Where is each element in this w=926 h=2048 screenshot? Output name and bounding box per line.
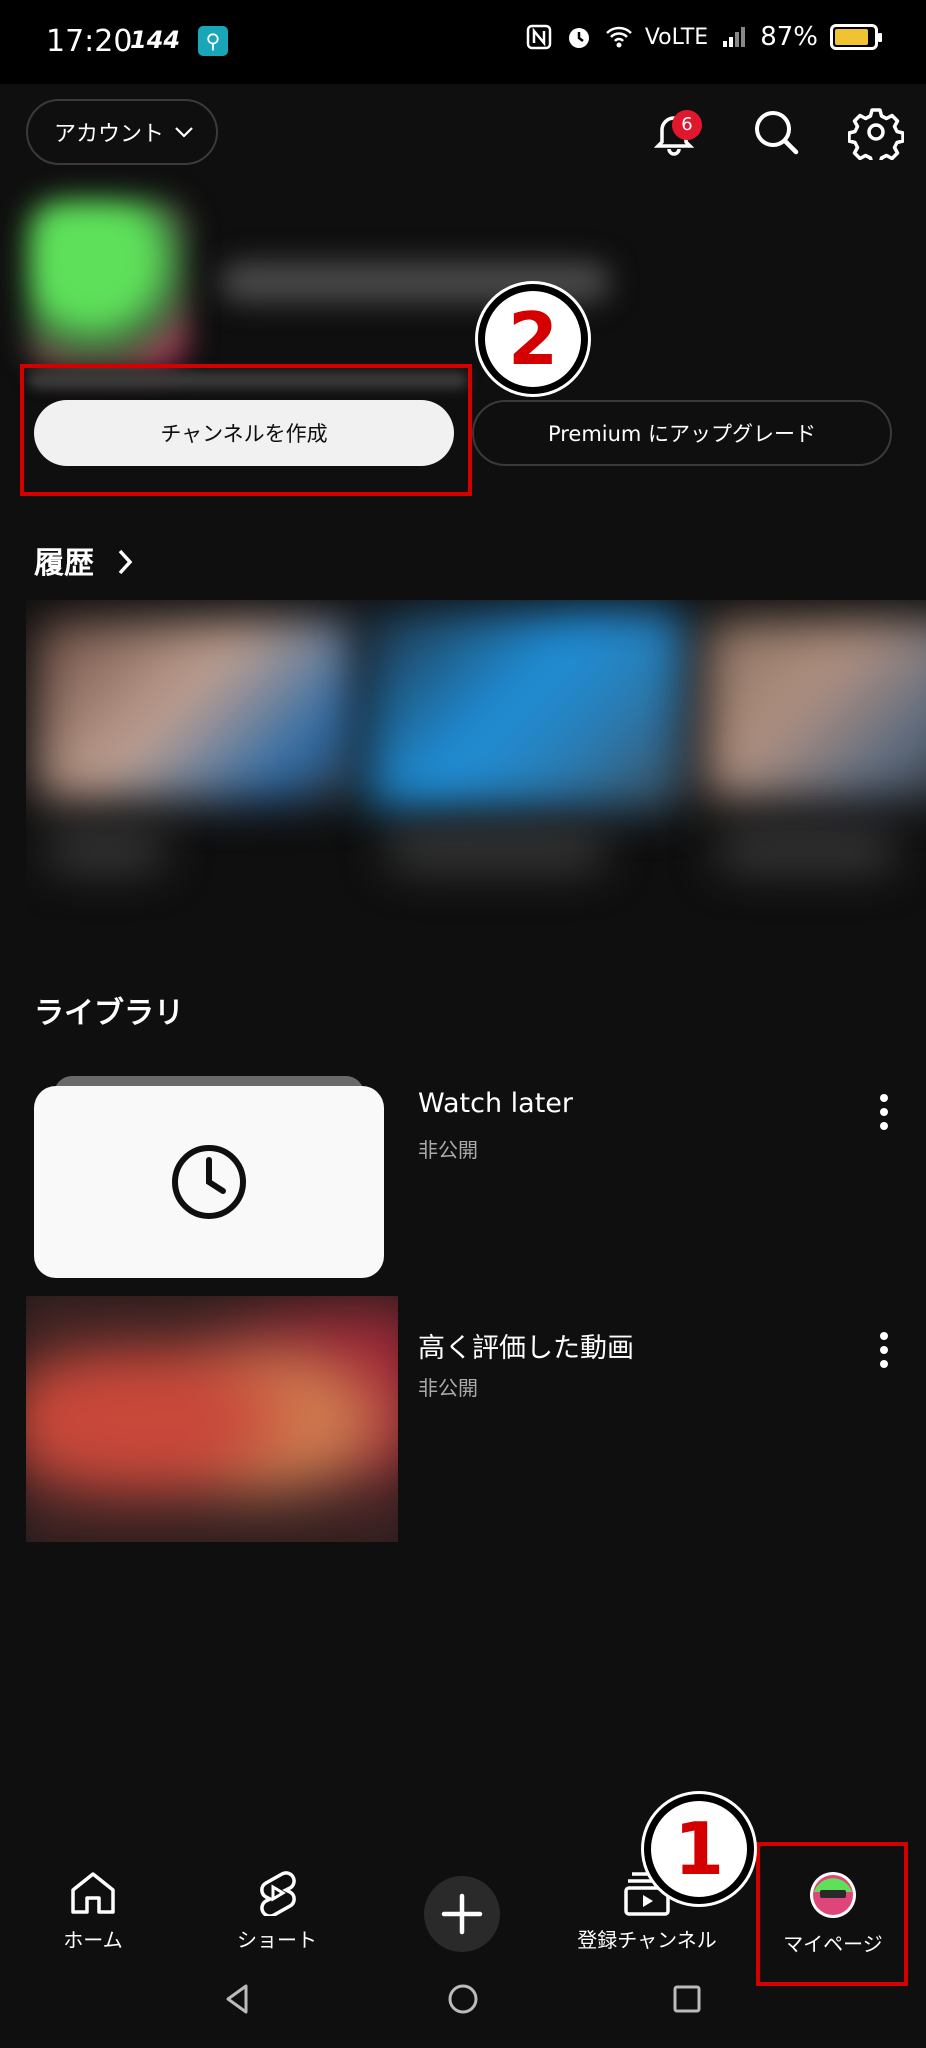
system-home-icon[interactable]	[446, 1982, 480, 2016]
step-marker-1: 1	[644, 1794, 754, 1904]
alarm-icon	[568, 28, 589, 48]
liked-videos-thumbnail[interactable]	[26, 1296, 398, 1542]
watch-later-title[interactable]: Watch later	[418, 1088, 573, 1119]
nfc-icon	[526, 24, 552, 50]
system-back-icon[interactable]	[220, 1982, 254, 2016]
account-label: アカウント	[54, 122, 165, 147]
wifi-icon	[605, 26, 632, 48]
upgrade-premium-button[interactable]: Premium にアップグレード	[472, 400, 892, 466]
refresh-rate: 144	[130, 26, 181, 54]
watch-later-thumbnail[interactable]	[34, 1086, 384, 1278]
nav-shorts[interactable]: ショート	[202, 1870, 352, 1953]
account-switcher[interactable]: アカウント	[26, 99, 218, 165]
liked-videos-privacy: 非公開	[418, 1376, 478, 1400]
notification-badge: 6	[672, 110, 702, 140]
highlight-box-create-channel	[20, 364, 472, 496]
history-carousel[interactable]	[26, 600, 926, 940]
chevron-down-icon	[175, 127, 193, 138]
shorts-icon	[260, 1871, 296, 1916]
battery-percent: 87%	[760, 22, 818, 52]
search-icon[interactable]	[748, 104, 804, 160]
nav-subscriptions-label: 登録チャンネル	[577, 1928, 717, 1952]
plus-icon	[441, 1893, 483, 1935]
nav-home-label: ホーム	[63, 1928, 123, 1952]
create-button[interactable]	[424, 1876, 500, 1952]
home-icon	[71, 1872, 115, 1914]
more-vert-icon[interactable]	[872, 1092, 896, 1132]
battery-icon	[830, 24, 882, 50]
signal-icon	[723, 27, 746, 47]
history-title-text: 履歴	[34, 546, 94, 581]
usb-icon: ⚲	[198, 26, 228, 56]
step-marker-2: 2	[478, 284, 588, 394]
highlight-box-mypage	[756, 1842, 908, 1986]
network-type: VoLTE	[644, 24, 709, 50]
nav-home[interactable]: ホーム	[18, 1870, 168, 1953]
profile-avatar[interactable]	[28, 200, 188, 370]
system-recents-icon[interactable]	[670, 1982, 704, 2016]
chevron-right-icon	[119, 549, 133, 575]
more-vert-icon[interactable]	[872, 1330, 896, 1370]
watch-later-privacy: 非公開	[418, 1138, 478, 1162]
liked-videos-title[interactable]: 高く評価した動画	[418, 1326, 634, 1365]
clock-icon	[172, 1145, 246, 1219]
history-title[interactable]: 履歴	[34, 538, 136, 582]
settings-gear-icon[interactable]	[848, 104, 904, 160]
status-time: 17:20	[46, 24, 133, 59]
library-title: ライブラリ	[34, 996, 184, 1031]
status-bar: 17:20 144 ⚲ VoLTE 87%	[0, 0, 926, 84]
nav-shorts-label: ショート	[237, 1928, 317, 1952]
